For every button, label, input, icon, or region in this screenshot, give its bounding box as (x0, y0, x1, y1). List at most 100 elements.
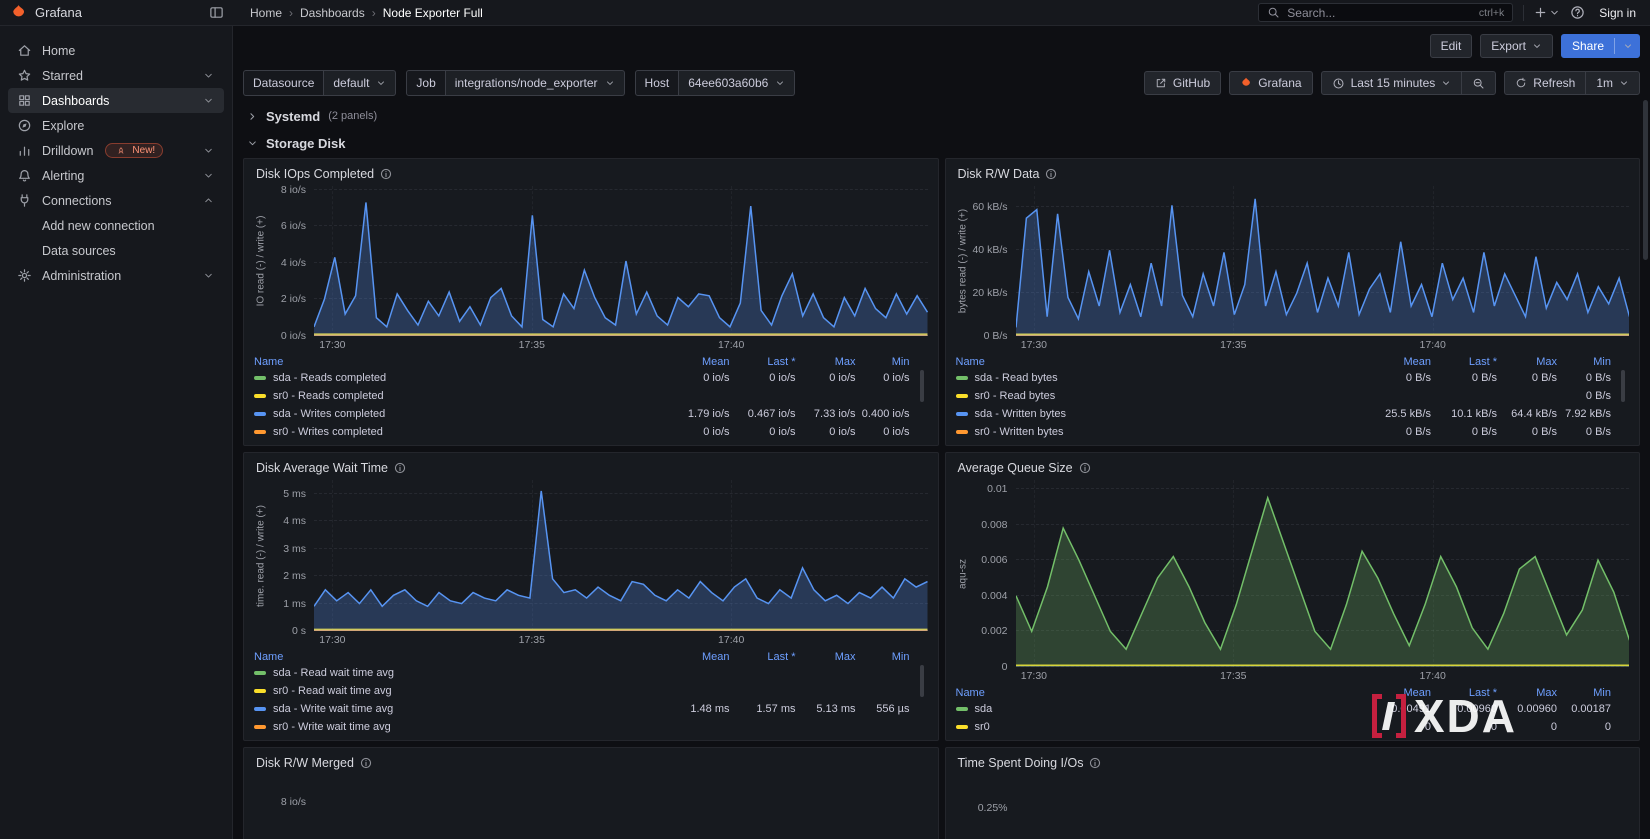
time-range-picker[interactable]: Last 15 minutes (1320, 71, 1463, 95)
panel-header[interactable]: Average Queue Size (956, 458, 1630, 478)
panel-title[interactable]: Disk IOps Completed (256, 167, 374, 181)
sidebar-item-starred[interactable]: Starred (8, 63, 224, 88)
legend-row[interactable]: sr0 - Read wait time avg (254, 682, 910, 700)
edit-button[interactable]: Edit (1429, 34, 1473, 58)
legend-column-header[interactable]: Min (1557, 356, 1611, 368)
legend-row[interactable]: sda - Write wait time avg 1.48 ms 1.57 ms 5… (254, 700, 910, 718)
legend-series-name[interactable]: sda - Read bytes (955, 372, 1360, 384)
legend-column-header[interactable]: Last * (1431, 356, 1497, 368)
sidebar-item-alerting[interactable]: Alerting (8, 163, 224, 188)
panel-header[interactable]: Disk IOps Completed (254, 164, 928, 184)
section-row-storage-disk[interactable]: Storage Disk (237, 132, 1646, 154)
vertical-scrollbar[interactable] (1643, 100, 1648, 260)
section-row-systemd[interactable]: Systemd (2 panels) (237, 106, 1646, 126)
sidebar-item-data-sources[interactable]: Data sources (8, 238, 224, 263)
legend-column-header[interactable]: Name (956, 356, 1360, 368)
legend-row[interactable]: sr0 - Written bytes 0 B/s 0 B/s 0 B/s 0 B/s (955, 423, 1611, 441)
info-icon[interactable] (380, 168, 392, 180)
legend-row[interactable]: sr0 - Writes completed 0 io/s 0 io/s 0 io/s… (254, 423, 910, 441)
legend-row[interactable]: sda 0.00491 0.00960 0.00960 0.00187 (955, 700, 1611, 718)
legend-series-name[interactable]: sr0 - Reads completed (254, 390, 658, 402)
legend-scrollbar[interactable] (919, 665, 924, 697)
chevron-up-icon[interactable] (200, 195, 216, 206)
legend-series-name[interactable]: sda - Write wait time avg (254, 703, 658, 715)
legend-series-name[interactable]: sr0 - Read wait time avg (254, 685, 658, 697)
legend-row[interactable]: sr0 - Write wait time avg (254, 718, 910, 736)
sidebar-item-home[interactable]: Home (8, 38, 224, 63)
panel-title[interactable]: Average Queue Size (958, 461, 1073, 475)
legend-column-header[interactable]: Max (1497, 356, 1557, 368)
sidebar-item-drilldown[interactable]: Drilldown New! (8, 138, 224, 163)
legend-row[interactable]: sr0 - Reads completed (254, 387, 910, 405)
legend-column-header[interactable]: Last * (730, 651, 795, 663)
chevron-down-icon[interactable] (200, 95, 216, 106)
info-icon[interactable] (1089, 757, 1101, 769)
legend-column-header[interactable]: Name (956, 687, 1360, 699)
legend-series-name[interactable]: sr0 - Written bytes (955, 426, 1360, 438)
legend-row[interactable]: sda - Written bytes 25.5 kB/s 10.1 kB/s 64.… (955, 405, 1611, 423)
legend-column-header[interactable]: Name (254, 651, 658, 663)
legend-column-header[interactable]: Last * (1431, 687, 1497, 699)
chart-plot-area[interactable] (314, 775, 928, 839)
panel-title[interactable]: Time Spent Doing I/Os (958, 756, 1084, 770)
legend-column-header[interactable]: Name (254, 356, 658, 368)
info-icon[interactable] (1079, 462, 1091, 474)
legend-series-name[interactable]: sr0 - Read bytes (955, 390, 1360, 402)
host-select[interactable]: 64ee603a60b6 (679, 70, 796, 96)
sidebar-toggle-icon[interactable] (209, 5, 224, 20)
grafana-link-button[interactable]: Grafana (1229, 71, 1313, 95)
breadcrumb-dashboards[interactable]: Dashboards (300, 6, 365, 20)
sidebar-item-dashboards[interactable]: Dashboards (8, 88, 224, 113)
refresh-button[interactable]: Refresh (1504, 71, 1587, 95)
export-button[interactable]: Export (1480, 34, 1553, 58)
legend-row[interactable]: sda - Reads completed 0 io/s 0 io/s 0 io/s 0… (254, 369, 910, 387)
legend-series-name[interactable]: sda - Writes completed (254, 408, 658, 420)
search-field[interactable] (1287, 5, 1418, 20)
panel-header[interactable]: Disk Average Wait Time (254, 458, 928, 478)
legend-scrollbar[interactable] (919, 370, 924, 402)
add-new-button[interactable] (1534, 6, 1560, 19)
legend-column-header[interactable]: Mean (658, 651, 730, 663)
legend-series-name[interactable]: sr0 - Writes completed (254, 426, 658, 438)
legend-column-header[interactable]: Last * (730, 356, 795, 368)
sign-in-button[interactable]: Sign in (1595, 6, 1640, 20)
legend-series-name[interactable]: sda - Written bytes (955, 408, 1360, 420)
sidebar-item-add-new-connection[interactable]: Add new connection (8, 213, 224, 238)
sidebar-item-explore[interactable]: Explore (8, 113, 224, 138)
legend-row[interactable]: sda - Writes completed 1.79 io/s 0.467 io/… (254, 405, 910, 423)
panel-header[interactable]: Time Spent Doing I/Os (956, 753, 1630, 773)
legend-column-header[interactable]: Min (856, 356, 910, 368)
chart-plot-area[interactable] (314, 480, 928, 631)
chart-plot-area[interactable] (1015, 186, 1629, 336)
chevron-down-icon[interactable] (200, 170, 216, 181)
legend-series-name[interactable]: sda - Read wait time avg (254, 667, 658, 679)
info-icon[interactable] (1045, 168, 1057, 180)
legend-row[interactable]: sda - Read wait time avg (254, 664, 910, 682)
legend-series-name[interactable]: sr0 (955, 721, 1360, 733)
legend-series-name[interactable]: sda (955, 703, 1360, 715)
panel-title[interactable]: Disk R/W Merged (256, 756, 354, 770)
panel-header[interactable]: Disk R/W Data (956, 164, 1630, 184)
panel-title[interactable]: Disk Average Wait Time (256, 461, 388, 475)
sidebar-item-connections[interactable]: Connections (8, 188, 224, 213)
help-button[interactable] (1570, 5, 1585, 20)
legend-series-name[interactable]: sr0 - Write wait time avg (254, 721, 658, 733)
legend-column-header[interactable]: Mean (658, 356, 730, 368)
legend-row[interactable]: sr0 - Read bytes 0 B/s (955, 387, 1611, 405)
legend-column-header[interactable]: Min (1557, 687, 1611, 699)
legend-row[interactable]: sr0 0 0 0 0 (955, 718, 1611, 736)
refresh-interval-select[interactable]: 1m (1585, 71, 1640, 95)
breadcrumb-home[interactable]: Home (250, 6, 282, 20)
chart-plot-area[interactable] (1015, 480, 1629, 667)
legend-column-header[interactable]: Mean (1359, 687, 1431, 699)
sidebar-item-administration[interactable]: Administration (8, 263, 224, 288)
zoom-out-button[interactable] (1461, 71, 1497, 95)
legend-column-header[interactable]: Min (856, 651, 910, 663)
legend-series-name[interactable]: sda - Reads completed (254, 372, 658, 384)
info-icon[interactable] (360, 757, 372, 769)
legend-row[interactable]: sda - Read bytes 0 B/s 0 B/s 0 B/s 0 B/s (955, 369, 1611, 387)
chevron-down-icon[interactable] (200, 270, 216, 281)
legend-column-header[interactable]: Max (796, 356, 856, 368)
legend-column-header[interactable]: Mean (1359, 356, 1431, 368)
panel-title[interactable]: Disk R/W Data (958, 167, 1040, 181)
